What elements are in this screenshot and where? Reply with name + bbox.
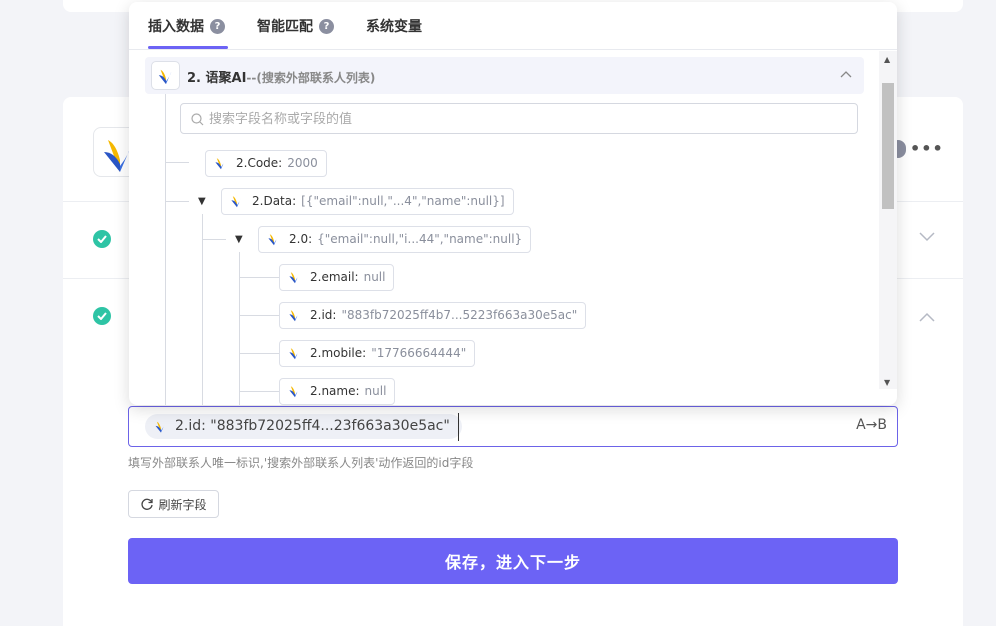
save-next-button[interactable]: 保存，进入下一步 xyxy=(128,538,898,584)
yujuai-logo-icon xyxy=(158,69,172,85)
tree-scrollbar[interactable]: ▲ ▼ xyxy=(879,51,897,389)
chevron-down-icon[interactable] xyxy=(919,230,935,246)
node-key: 2.id: xyxy=(310,308,337,322)
insert-data-popup: 插入数据 ? 智能匹配 ? 系统变量 2. 语聚AI--(搜索外部联系人列表) xyxy=(129,2,897,405)
inserted-field-tag[interactable]: 2.id: "883fb72025ff4...23f663a30e5ac" xyxy=(145,414,462,439)
tree-line xyxy=(239,391,279,392)
source-name: 2. 语聚AI xyxy=(187,71,247,86)
refresh-icon xyxy=(141,498,154,510)
tree-line xyxy=(239,252,240,405)
tree-node-id[interactable]: 2.id: "883fb72025ff4b7...5223f663a30e5ac" xyxy=(279,302,587,329)
help-icon[interactable]: ? xyxy=(210,18,225,34)
yujuai-logo-icon xyxy=(289,310,300,322)
yujuai-logo-icon xyxy=(289,348,300,360)
yujuai-logo-icon xyxy=(289,272,300,284)
refresh-label: 刷新字段 xyxy=(158,497,207,512)
node-key: 2.mobile: xyxy=(310,346,367,360)
app-logo xyxy=(151,61,180,90)
node-value: "17766664444" xyxy=(371,346,467,360)
popup-tabs: 插入数据 ? 智能匹配 ? 系统变量 xyxy=(129,2,897,50)
node-key: 2.0: xyxy=(289,232,313,246)
text-caret xyxy=(458,413,459,441)
yujuai-logo-icon xyxy=(215,158,226,170)
yujuai-logo-icon xyxy=(231,196,242,208)
node-value: null xyxy=(363,270,386,284)
tree-line xyxy=(165,162,189,163)
active-tab-indicator xyxy=(148,46,228,49)
chevron-up-icon[interactable] xyxy=(919,310,935,326)
collapse-toggle-icon[interactable]: ▼ xyxy=(198,196,206,207)
tree-line xyxy=(202,214,203,405)
yujuai-logo-icon xyxy=(289,386,300,398)
tree-node-code[interactable]: 2.Code: 2000 xyxy=(205,150,327,177)
node-value: null xyxy=(364,384,387,398)
node-value: [{"email":null,"...4","name":null}] xyxy=(301,194,505,208)
node-key: 2.email: xyxy=(310,270,359,284)
source-header[interactable]: 2. 语聚AI--(搜索外部联系人列表) xyxy=(145,57,864,94)
tree-line xyxy=(165,94,166,405)
tree-line xyxy=(165,201,189,202)
scroll-thumb[interactable] xyxy=(882,83,894,209)
field-hint: 填写外部联系人唯一标识,'搜索外部联系人列表'动作返回的id字段 xyxy=(128,456,474,470)
external-contact-id-input[interactable]: 2.id: "883fb72025ff4...23f663a30e5ac" A→… xyxy=(128,406,898,447)
data-tree: 2. 语聚AI--(搜索外部联系人列表) ▼ ▼ xyxy=(129,51,879,405)
yujuai-logo-icon xyxy=(155,421,166,433)
source-subtitle: --(搜索外部联系人列表) xyxy=(246,71,376,85)
tree-node-name[interactable]: 2.name: null xyxy=(279,378,396,405)
tab-insert-data[interactable]: 插入数据 ? xyxy=(148,16,225,36)
tag-label: 2.id: "883fb72025ff4...23f663a30e5ac" xyxy=(175,418,450,434)
field-search-box[interactable] xyxy=(180,103,858,134)
check-icon xyxy=(93,230,111,248)
tree-node-item-0[interactable]: 2.0: {"email":null,"i...44","name":null} xyxy=(258,226,532,253)
node-key: 2.Code: xyxy=(236,156,283,170)
tab-system-variables[interactable]: 系统变量 xyxy=(366,16,422,36)
refresh-fields-button[interactable]: 刷新字段 xyxy=(128,490,219,518)
tree-line xyxy=(239,353,279,354)
scroll-up-icon[interactable]: ▲ xyxy=(884,55,890,64)
yujuai-logo-icon xyxy=(268,234,279,246)
tab-smart-match[interactable]: 智能匹配 ? xyxy=(257,16,334,36)
node-value: {"email":null,"i...44","name":null} xyxy=(317,232,523,246)
collapse-toggle-icon[interactable]: ▼ xyxy=(235,234,243,245)
source-title: 2. 语聚AI--(搜索外部联系人列表) xyxy=(187,67,375,86)
check-icon xyxy=(93,307,111,325)
search-input[interactable] xyxy=(209,108,849,130)
tree-node-data[interactable]: 2.Data: [{"email":null,"...4","name":null… xyxy=(221,188,514,215)
tree-line xyxy=(239,277,279,278)
scroll-down-icon[interactable]: ▼ xyxy=(884,378,890,387)
node-key: 2.Data: xyxy=(252,194,297,208)
search-icon xyxy=(191,113,204,126)
chevron-up-icon[interactable] xyxy=(840,67,852,81)
node-value: 2000 xyxy=(287,156,318,170)
tree-node-mobile[interactable]: 2.mobile: "17766664444" xyxy=(279,340,476,367)
node-value: "883fb72025ff4b7...5223f663a30e5ac" xyxy=(341,308,578,322)
more-icon[interactable]: ••• xyxy=(910,140,944,158)
tree-node-email[interactable]: 2.email: null xyxy=(279,264,395,291)
help-icon[interactable]: ? xyxy=(319,18,334,34)
node-key: 2.name: xyxy=(310,384,360,398)
text-transform-button[interactable]: A→B xyxy=(856,417,887,433)
tab-label: 智能匹配 xyxy=(257,19,313,35)
tab-label: 系统变量 xyxy=(366,19,422,35)
tab-label: 插入数据 xyxy=(148,19,204,35)
tree-line xyxy=(239,315,279,316)
tree-line xyxy=(202,239,226,240)
